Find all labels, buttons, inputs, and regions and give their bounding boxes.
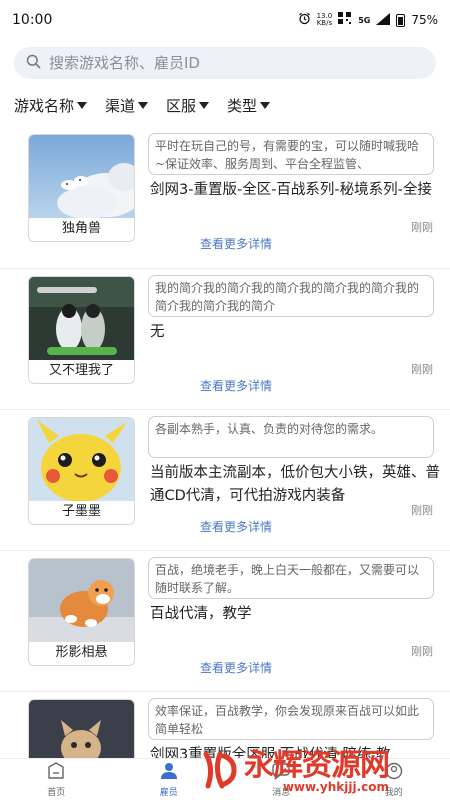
- service-description: 剑网3-重置版-全区-百战系列-秘境系列-全接: [150, 182, 432, 198]
- list-item[interactable]: 子墨墨 各副本熟手，认真、负责的对待您的需求。 当前版本主流副本，低价包大小铁，…: [0, 409, 450, 550]
- employee-name: 独角兽: [61, 221, 101, 236]
- service-description: 无: [150, 324, 165, 340]
- employee-intro: 效率保证，百战教学，你会发现原来百战可以如此简单轻松: [148, 698, 434, 740]
- signal-icon: [376, 12, 391, 28]
- filter-game-name[interactable]: 游戏名称: [14, 95, 88, 116]
- employee-intro: 我的简介我的简介我的简介我的简介我的简介我的简介我的简介我的简介: [148, 275, 434, 317]
- nav-label: 我的: [384, 787, 403, 798]
- employee-thumbnail[interactable]: 子墨墨: [28, 417, 135, 525]
- employee-intro: 平时在玩自己的号，有需要的宝，可以随时喊我哈~保证效率、服务周到、平台全程监管、: [148, 133, 434, 175]
- post-time: 刚刚: [411, 504, 433, 517]
- filter-label: 游戏名称: [14, 96, 75, 115]
- battery-level: 75%: [411, 13, 438, 27]
- search-icon: [26, 54, 41, 73]
- view-more-link[interactable]: 查看更多详情: [200, 518, 272, 535]
- speed-unit: KB/s: [316, 19, 333, 27]
- view-more-link[interactable]: 查看更多详情: [200, 377, 272, 394]
- status-time: 10:00: [12, 12, 53, 28]
- nav-message[interactable]: 消息: [225, 759, 338, 800]
- employee-thumbnail[interactable]: 形影相悬: [28, 558, 135, 666]
- list-item[interactable]: 独角兽 平时在玩自己的号，有需要的宝，可以随时喊我哈~保证效率、服务周到、平台全…: [0, 127, 450, 268]
- home-icon: [46, 761, 66, 783]
- caret-down-icon: [138, 101, 149, 109]
- post-time: 刚刚: [411, 645, 433, 658]
- network-type: 5G: [358, 15, 371, 25]
- post-time: 刚刚: [411, 363, 433, 376]
- puppy-image: [29, 559, 134, 642]
- status-icons: 13.0 KB/s 5G 75%: [298, 12, 438, 28]
- employee-name: 又不理我了: [48, 363, 114, 378]
- filter-label: 区服: [166, 96, 197, 115]
- nav-label: 消息: [272, 787, 291, 798]
- employee-intro: 各副本熟手，认真、负责的对待您的需求。: [148, 416, 434, 458]
- nav-employee[interactable]: 雇员: [113, 759, 226, 800]
- profile-icon: [384, 762, 404, 783]
- filter-server[interactable]: 区服: [166, 95, 210, 116]
- nav-label: 雇员: [159, 787, 178, 798]
- nav-profile[interactable]: 我的: [338, 759, 450, 800]
- employee-thumbnail[interactable]: 独角兽: [28, 134, 135, 242]
- filter-label: 类型: [227, 96, 258, 115]
- filter-channel[interactable]: 渠道: [105, 95, 149, 116]
- search-bar: [0, 40, 450, 79]
- employee-list: 独角兽 平时在玩自己的号，有需要的宝，可以随时喊我哈~保证效率、服务周到、平台全…: [0, 127, 450, 800]
- employee-thumbnail[interactable]: 又不理我了: [28, 276, 135, 384]
- person-icon: [159, 762, 179, 783]
- post-time: 刚刚: [411, 221, 433, 234]
- message-icon: [271, 762, 291, 783]
- couple-scene-image: [29, 277, 134, 360]
- view-more-link[interactable]: 查看更多详情: [200, 235, 272, 252]
- network-speed: 13.0 KB/s: [317, 13, 333, 27]
- employee-name: 形影相悬: [55, 645, 108, 660]
- alarm-icon: [298, 12, 311, 28]
- employee-name: 子墨墨: [61, 504, 101, 519]
- view-more-link[interactable]: 查看更多详情: [200, 659, 272, 676]
- filter-bar: 游戏名称 渠道 区服 类型: [0, 85, 450, 125]
- status-bar: 10:00 13.0 KB/s 5G 75%: [0, 0, 450, 40]
- wifi-icon: [338, 12, 352, 28]
- nav-home[interactable]: 首页: [0, 759, 113, 800]
- caret-down-icon: [199, 101, 210, 109]
- list-item[interactable]: 又不理我了 我的简介我的简介我的简介我的简介我的简介我的简介我的简介我的简介 无…: [0, 268, 450, 409]
- bottom-nav: 首页 雇员 消息 我的: [0, 758, 450, 800]
- filter-type[interactable]: 类型: [227, 95, 271, 116]
- sky-clouds-image: [29, 135, 134, 218]
- list-item[interactable]: 形影相悬 百战，绝境老手，晚上白天一般都在，又需要可以随时联系了解。 百战代清，…: [0, 550, 450, 691]
- service-description: 百战代清，教学: [150, 606, 252, 622]
- search-box[interactable]: [14, 47, 436, 79]
- battery-icon: [396, 13, 406, 27]
- employee-intro: 百战，绝境老手，晚上白天一般都在，又需要可以随时联系了解。: [148, 557, 434, 599]
- nav-label: 首页: [47, 787, 66, 798]
- filter-label: 渠道: [105, 96, 136, 115]
- yellow-plush-image: [29, 418, 134, 501]
- search-input[interactable]: [49, 54, 424, 72]
- caret-down-icon: [77, 101, 88, 109]
- service-description: 当前版本主流副本，低价包大小铁，英雄、普通CD代清，可代拍游戏内装备: [150, 465, 440, 504]
- caret-down-icon: [260, 101, 271, 109]
